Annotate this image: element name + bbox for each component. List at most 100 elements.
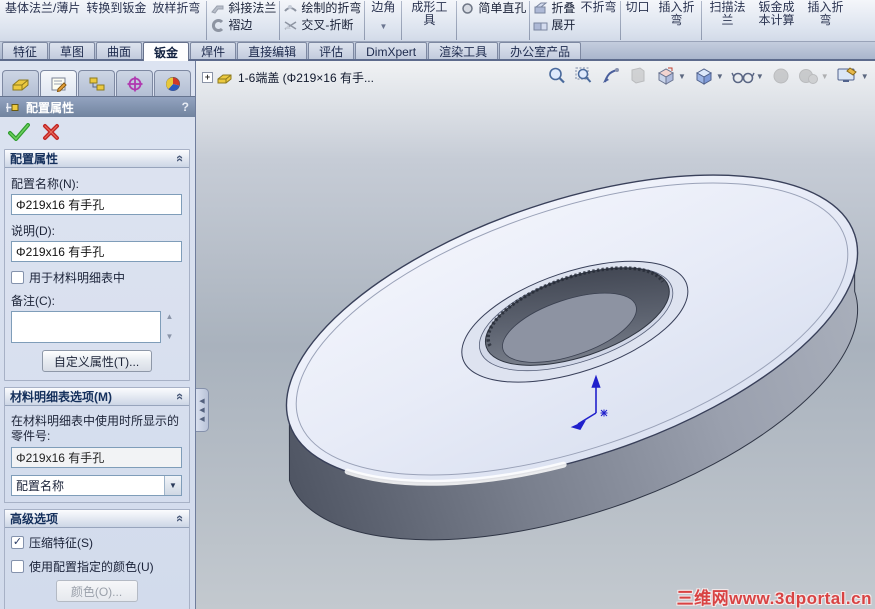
fold-icon	[534, 2, 548, 14]
dropdown-arrow-icon[interactable]: ▼	[164, 476, 181, 495]
cancel-button[interactable]	[42, 123, 60, 141]
previous-view-button[interactable]	[600, 65, 622, 87]
tab-direct-editing[interactable]: 直接编辑	[237, 42, 308, 59]
propertymanager-header: 配置属性 ?	[0, 96, 195, 117]
graphics-viewport[interactable]: + 1-6端盖 (Φ219×16 有手... ▼ ▼ ▼ ▼ ▼ 三维网www.…	[196, 61, 875, 609]
tree-root-label[interactable]: 1-6端盖 (Φ219×16 有手...	[238, 69, 374, 86]
featuremanager-tab[interactable]	[2, 70, 39, 96]
ribbon-separator	[401, 1, 403, 40]
convert-to-sheetmetal-button[interactable]: 转换到钣金	[83, 1, 149, 16]
custom-properties-button[interactable]: 自定义属性(T)...	[41, 350, 152, 372]
scroll-up-icon[interactable]: ▲	[163, 313, 176, 321]
lofted-bend-button[interactable]: 放样折弯	[149, 1, 203, 16]
tab-sheetmetal[interactable]: 钣金	[143, 42, 190, 61]
configurationmanager-tab[interactable]	[78, 70, 115, 96]
suppress-features-checkbox[interactable]: ✓	[11, 536, 24, 549]
ok-button[interactable]	[8, 123, 30, 141]
miter-flange-button[interactable]: 斜接法兰	[208, 0, 278, 17]
no-bends-button[interactable]: 不折弯	[577, 0, 619, 41]
insert-bends2-button[interactable]: 插入折弯	[801, 0, 849, 41]
swept-flange-button[interactable]: 扫描法兰	[703, 0, 751, 41]
help-button[interactable]: ?	[182, 100, 189, 114]
use-in-bom-checkbox[interactable]	[11, 271, 24, 284]
bom-options-section-header[interactable]: 材料明细表选项(M) «	[5, 388, 189, 406]
use-config-color-checkbox[interactable]	[11, 560, 24, 573]
advanced-options-section-header[interactable]: 高级选项 «	[5, 510, 189, 528]
scroll-down-icon[interactable]: ▼	[163, 333, 176, 341]
cross-break-button[interactable]: 交叉-折断	[281, 17, 363, 34]
ribbon-separator	[620, 1, 622, 40]
tab-label: 渲染工具	[439, 45, 488, 59]
view-settings-button[interactable]: ▼	[835, 65, 870, 87]
configuration-properties-group: 配置属性 « 配置名称(N): 说明(D): 用于材料明细表中 备注(C): ▲…	[4, 149, 190, 381]
collapse-chevron-icon[interactable]: «	[173, 515, 188, 522]
hide-show-caret-icon[interactable]: ▼	[756, 72, 764, 81]
simple-hole-button[interactable]: 简单直孔	[458, 0, 528, 17]
unfold-button[interactable]: 展开	[531, 17, 577, 34]
corners-caret-icon[interactable]: ▼	[379, 23, 387, 31]
comment-textarea[interactable]	[11, 311, 161, 343]
tab-weldments[interactable]: 焊件	[190, 42, 237, 59]
configuration-properties-body: 配置名称(N): 说明(D): 用于材料明细表中 备注(C): ▲ ▼	[5, 168, 189, 380]
config-name-input[interactable]	[11, 194, 182, 215]
description-label: 说明(D):	[11, 224, 55, 238]
apply-scene-button[interactable]: ▼	[797, 65, 830, 87]
apply-scene-caret-icon[interactable]: ▼	[821, 72, 829, 81]
propertymanager-tab[interactable]	[40, 70, 77, 96]
suppress-features-row[interactable]: ✓ 压缩特征(S)	[11, 534, 182, 551]
tree-expand-icon[interactable]: +	[202, 72, 213, 83]
sketched-bend-icon	[284, 5, 298, 12]
edit-appearance-button[interactable]	[770, 65, 792, 87]
forming-tool-button[interactable]: 成形工具	[403, 0, 455, 41]
display-style-caret-icon[interactable]: ▼	[716, 72, 724, 81]
tab-evaluate[interactable]: 评估	[308, 42, 355, 59]
hem-button[interactable]: 褶边	[208, 17, 278, 34]
tab-label: 钣金	[154, 46, 179, 60]
main-area: + 1-6端盖 (Φ219×16 有手... ▼ ▼ ▼ ▼ ▼ 三维网www.…	[0, 61, 875, 609]
commandmanager-tab-bar: 特征 草图 曲面 钣金 焊件 直接编辑 评估 DimXpert 渲染工具 办公室…	[0, 42, 875, 61]
comment-label: 备注(C):	[11, 294, 55, 308]
panel-resize-handle[interactable]: ◀ ◀ ◀	[196, 388, 209, 432]
feature-tree-root[interactable]: + 1-6端盖 (Φ219×16 有手...	[202, 69, 374, 86]
view-settings-caret-icon[interactable]: ▼	[861, 72, 869, 81]
zoom-to-fit-button[interactable]	[546, 65, 568, 87]
tab-label: 特征	[13, 45, 38, 59]
use-config-color-row[interactable]: 使用配置指定的颜色(U)	[11, 558, 182, 575]
dimxpertmanager-tab[interactable]	[116, 70, 153, 96]
corners-button[interactable]: 边角 ▼	[366, 0, 400, 41]
hide-show-items-button[interactable]: ▼	[730, 65, 765, 87]
use-in-bom-checkbox-row[interactable]: 用于材料明细表中	[11, 269, 182, 286]
edit-appearance-icon	[773, 68, 789, 84]
displaymanager-tab[interactable]	[154, 70, 191, 96]
display-style-button[interactable]: ▼	[692, 65, 725, 87]
collapse-chevron-icon[interactable]: «	[173, 155, 188, 162]
sketched-bend-button[interactable]: 绘制的折弯	[281, 0, 363, 17]
bom-part-number-input[interactable]	[11, 447, 182, 468]
tab-render-tools[interactable]: 渲染工具	[428, 42, 499, 59]
view-orientation-caret-icon[interactable]: ▼	[678, 72, 686, 81]
forming-tool-label: 成形工具	[411, 0, 448, 27]
tab-sketch[interactable]: 草图	[49, 42, 96, 59]
model-end-cap[interactable]	[196, 61, 875, 609]
base-flange-label: 基体法兰/薄片	[5, 1, 81, 15]
tab-surfaces[interactable]: 曲面	[96, 42, 143, 59]
configuration-properties-section-header[interactable]: 配置属性 «	[5, 150, 189, 168]
base-flange-button[interactable]: 基体法兰/薄片	[2, 1, 83, 16]
insert-bends-button[interactable]: 插入折弯	[652, 0, 700, 41]
sheetmetal-cost-label: 钣金成本计算	[758, 0, 795, 27]
tab-dimxpert[interactable]: DimXpert	[355, 42, 428, 59]
collapse-chevron-icon[interactable]: «	[173, 393, 188, 400]
description-input[interactable]	[11, 241, 182, 262]
view-orientation-button[interactable]: ▼	[654, 65, 687, 87]
zoom-to-area-button[interactable]	[573, 65, 595, 87]
sketched-bend-label: 绘制的折弯	[301, 1, 362, 15]
fold-button[interactable]: 折叠	[531, 0, 577, 17]
sheetmetal-cost-button[interactable]: 钣金成本计算	[751, 0, 801, 41]
bom-source-dropdown[interactable]: 配置名称 ▼	[11, 475, 182, 496]
tab-features[interactable]: 特征	[2, 42, 49, 59]
comment-scrollbar[interactable]: ▲ ▼	[163, 311, 176, 343]
tab-office-products[interactable]: 办公室产品	[499, 42, 582, 59]
color-button[interactable]: 颜色(O)...	[55, 580, 138, 602]
section-view-button[interactable]	[627, 65, 649, 87]
rip-button[interactable]: 切口	[622, 0, 652, 41]
